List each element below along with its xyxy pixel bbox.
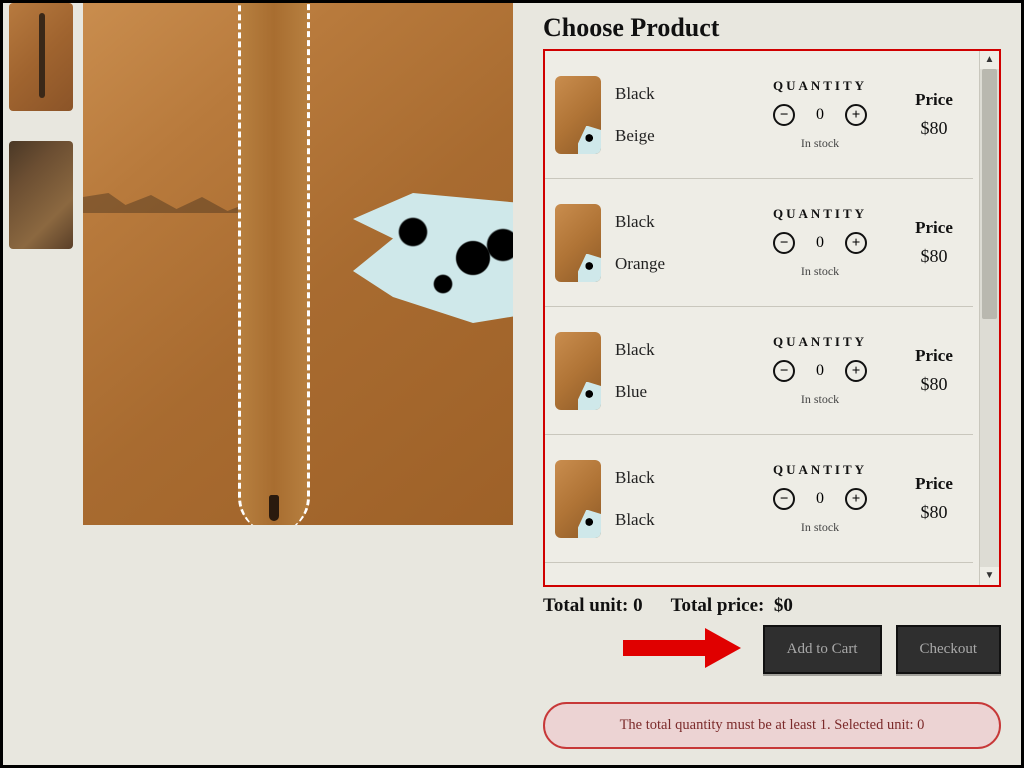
quantity-decrement-button[interactable]: − <box>773 488 795 510</box>
price-label: Price <box>905 474 963 494</box>
main-product-image[interactable] <box>83 3 513 525</box>
scrollbar-track[interactable] <box>980 69 999 567</box>
quantity-decrement-button[interactable]: − <box>773 232 795 254</box>
quantity-label: QUANTITY <box>773 78 867 94</box>
stock-status: In stock <box>801 392 839 407</box>
variant-list: Black Beige QUANTITY − 0 + In stock Pric <box>545 51 973 585</box>
quantity-label: QUANTITY <box>773 334 867 350</box>
thumbnail-column <box>3 3 83 765</box>
variant-attr-2: Black <box>615 510 735 530</box>
total-price-value: $0 <box>774 595 793 616</box>
quantity-value: 0 <box>813 362 827 380</box>
quantity-label: QUANTITY <box>773 462 867 478</box>
price-label: Price <box>905 90 963 110</box>
quantity-increment-button[interactable]: + <box>845 488 867 510</box>
price-value: $80 <box>905 246 963 267</box>
variant-attr-1: Black <box>615 468 735 488</box>
quantity-increment-button[interactable]: + <box>845 360 867 382</box>
price-label: Price <box>905 346 963 366</box>
variant-attributes: Black Beige <box>615 84 735 146</box>
variant-attr-1: Black <box>615 84 735 104</box>
cowhide-patch-decoration <box>353 193 513 323</box>
variant-scrollbar[interactable]: ▲ ▼ <box>979 51 999 585</box>
variant-attr-2: Blue <box>615 382 735 402</box>
quantity-value: 0 <box>813 106 827 124</box>
attention-arrow-icon <box>623 631 743 663</box>
variant-attr-1: Black <box>615 340 735 360</box>
choose-product-heading: Choose Product <box>543 13 1001 43</box>
stock-status: In stock <box>801 136 839 151</box>
scrollbar-thumb[interactable] <box>982 69 997 319</box>
product-thumbnail-2[interactable] <box>9 141 73 249</box>
variant-row: Black Orange QUANTITY − 0 + In stock Pri <box>545 179 973 307</box>
stock-status: In stock <box>801 520 839 535</box>
variant-attr-2: Beige <box>615 126 735 146</box>
total-unit-label: Total unit: <box>543 595 628 616</box>
validation-error-message: The total quantity must be at least 1. S… <box>543 702 1001 749</box>
quantity-increment-button[interactable]: + <box>845 232 867 254</box>
variant-attributes: Black Orange <box>615 212 735 274</box>
scroll-down-icon[interactable]: ▼ <box>980 567 999 585</box>
quantity-decrement-button[interactable]: − <box>773 360 795 382</box>
variant-thumbnail[interactable] <box>555 332 601 410</box>
variant-row: Black Beige QUANTITY − 0 + In stock Pric <box>545 51 973 179</box>
variant-attr-2: Orange <box>615 254 735 274</box>
product-thumbnail-1[interactable] <box>9 3 73 111</box>
variant-row: Black Blue QUANTITY − 0 + In stock Price <box>545 307 973 435</box>
quantity-decrement-button[interactable]: − <box>773 104 795 126</box>
quantity-increment-button[interactable]: + <box>845 104 867 126</box>
variant-selection-box: Black Beige QUANTITY − 0 + In stock Pric <box>543 49 1001 587</box>
variant-attr-1: Black <box>615 212 735 232</box>
variant-attributes: Black Black <box>615 468 735 530</box>
price-label: Price <box>905 218 963 238</box>
price-value: $80 <box>905 502 963 523</box>
variant-thumbnail[interactable] <box>555 460 601 538</box>
variant-attributes: Black Blue <box>615 340 735 402</box>
variant-thumbnail[interactable] <box>555 76 601 154</box>
price-value: $80 <box>905 118 963 139</box>
quantity-value: 0 <box>813 234 827 252</box>
scroll-up-icon[interactable]: ▲ <box>980 51 999 69</box>
variant-row: Black Black QUANTITY − 0 + In stock Pric <box>545 435 973 563</box>
quantity-label: QUANTITY <box>773 206 867 222</box>
price-value: $80 <box>905 374 963 395</box>
guitar-strap-decoration <box>238 3 310 525</box>
total-price-label: Total price: <box>671 595 765 616</box>
stock-status: In stock <box>801 264 839 279</box>
total-unit-value: 0 <box>633 595 643 616</box>
leather-edge-decoration <box>83 173 253 213</box>
totals-row: Total unit: 0 Total price: $0 <box>543 595 1001 617</box>
checkout-button[interactable]: Checkout <box>896 625 1002 674</box>
quantity-value: 0 <box>813 490 827 508</box>
add-to-cart-button[interactable]: Add to Cart <box>763 625 882 674</box>
variant-thumbnail[interactable] <box>555 204 601 282</box>
